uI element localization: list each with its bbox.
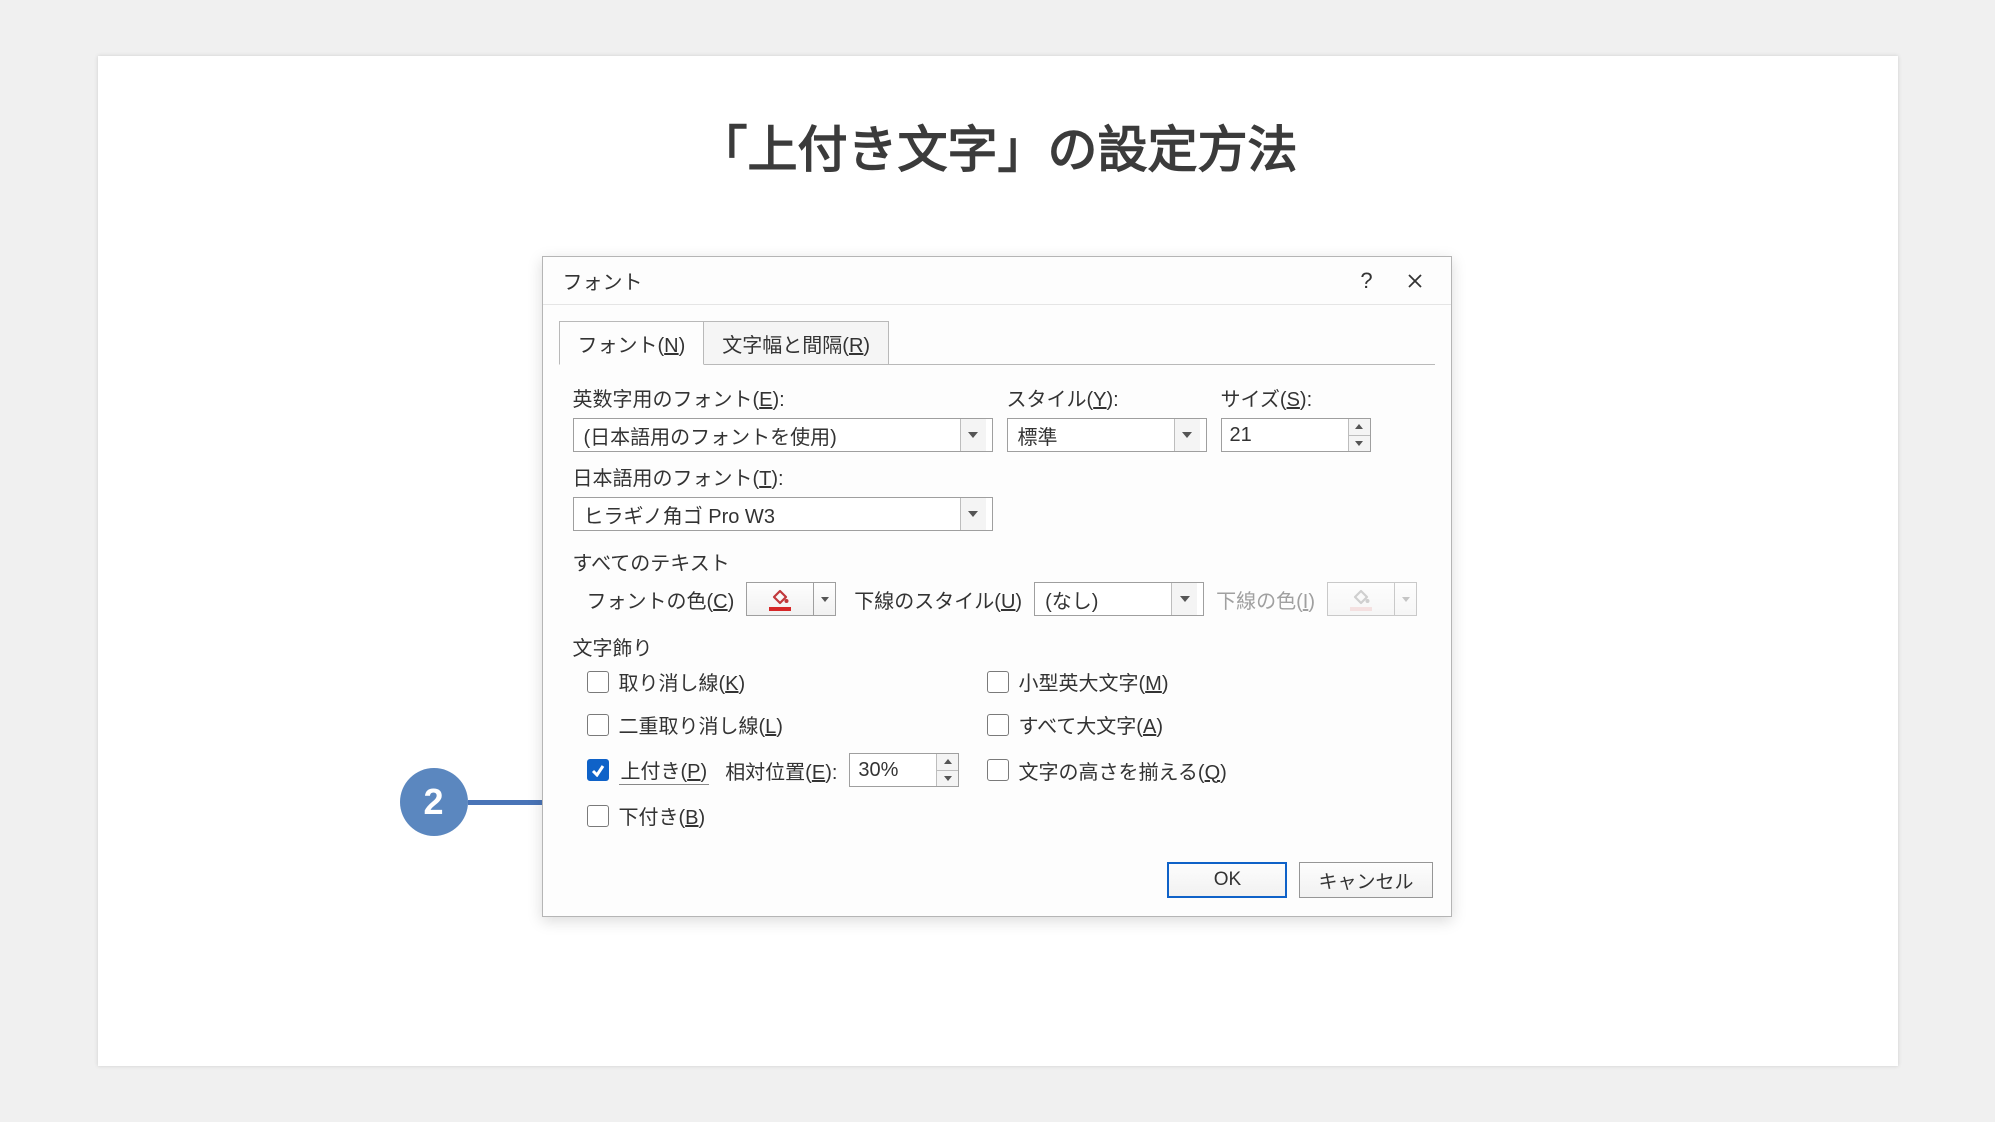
step-badge: 2	[400, 768, 468, 836]
arrow-up-icon[interactable]	[937, 754, 958, 771]
rel-position-value: 30%	[850, 759, 936, 782]
underline-color-label: 下線の色(I)	[1216, 585, 1315, 614]
size-label: サイズ(S):	[1221, 383, 1371, 412]
font-color-label: フォントの色(C)	[587, 585, 735, 614]
arrow-down-icon[interactable]	[1349, 436, 1370, 452]
cancel-button[interactable]: キャンセル	[1299, 862, 1432, 898]
chevron-down-icon	[1395, 582, 1417, 616]
asian-font-combo[interactable]: ヒラギノ角ゴ Pro W3	[573, 497, 993, 531]
font-color-button[interactable]	[746, 582, 814, 616]
chevron-down-icon	[1174, 419, 1200, 451]
checkbox-superscript[interactable]: 上付き(P)	[587, 755, 710, 785]
underline-style-value: (なし)	[1045, 585, 1171, 614]
chevron-down-icon	[960, 498, 986, 530]
size-spinner[interactable]: 21	[1221, 418, 1371, 452]
size-value: 21	[1222, 424, 1348, 447]
chevron-down-icon	[1171, 583, 1197, 615]
help-icon: ?	[1360, 268, 1372, 294]
checkbox-icon	[587, 714, 609, 736]
rel-position-label: 相対位置(E):	[725, 756, 837, 785]
spinner-buttons[interactable]	[936, 754, 958, 786]
arrow-up-icon[interactable]	[1349, 419, 1370, 436]
font-dialog: フォント ? フォント(N) 文字幅と間隔(R) 英数字用の	[542, 256, 1452, 917]
dialog-footer: OK キャンセル	[543, 844, 1451, 916]
tab-row: フォント(N) 文字幅と間隔(R)	[543, 305, 1451, 365]
slide: 「上付き文字」の設定方法 2 フォント ? フォント(N) 文字幅と間隔(R)	[98, 56, 1898, 1066]
rel-position-spinner[interactable]: 30%	[849, 753, 959, 787]
checkbox-icon	[587, 805, 609, 827]
tab-font[interactable]: フォント(N)	[559, 321, 705, 365]
close-icon	[1407, 273, 1423, 289]
dialog-titlebar: フォント ?	[543, 257, 1451, 305]
chevron-down-icon[interactable]	[814, 582, 836, 616]
chevron-down-icon	[960, 419, 986, 451]
asian-font-label: 日本語用のフォント(T):	[573, 462, 1421, 491]
checkbox-checked-icon	[587, 759, 609, 781]
arrow-down-icon[interactable]	[937, 771, 958, 787]
checkbox-icon	[987, 714, 1009, 736]
page-title: 「上付き文字」の設定方法	[98, 56, 1898, 182]
help-button[interactable]: ?	[1343, 257, 1391, 305]
style-label: スタイル(Y):	[1007, 383, 1207, 412]
latin-font-label: 英数字用のフォント(E):	[573, 383, 993, 412]
underline-color-button	[1327, 582, 1395, 616]
tab-spacing[interactable]: 文字幅と間隔(R)	[703, 321, 889, 365]
effects-section: 文字飾り	[573, 632, 1421, 661]
checkbox-equalize-height[interactable]: 文字の高さを揃える(Q)	[987, 753, 1421, 787]
latin-font-combo[interactable]: (日本語用のフォントを使用)	[573, 418, 993, 452]
checkbox-strikethrough[interactable]: 取り消し線(K)	[587, 667, 987, 696]
latin-font-value: (日本語用のフォントを使用)	[584, 421, 960, 450]
checkbox-icon	[987, 671, 1009, 693]
style-value: 標準	[1018, 421, 1174, 450]
checkbox-icon	[587, 671, 609, 693]
ok-button[interactable]: OK	[1167, 862, 1287, 898]
checkbox-icon	[987, 759, 1009, 781]
all-text-section: すべてのテキスト	[573, 547, 1421, 576]
checkbox-subscript[interactable]: 下付き(B)	[587, 801, 987, 830]
fill-bucket-icon	[767, 587, 793, 611]
fill-bucket-icon	[1348, 587, 1374, 611]
spinner-buttons[interactable]	[1348, 419, 1370, 451]
underline-style-combo[interactable]: (なし)	[1034, 582, 1204, 616]
style-combo[interactable]: 標準	[1007, 418, 1207, 452]
underline-style-label: 下線のスタイル(U)	[854, 585, 1022, 614]
dialog-body: 英数字用のフォント(E): (日本語用のフォントを使用) スタイル(Y): 標準	[543, 365, 1451, 844]
dialog-title: フォント	[563, 266, 1343, 295]
close-button[interactable]	[1391, 257, 1439, 305]
superscript-label: 上付き(P)	[619, 755, 710, 785]
asian-font-value: ヒラギノ角ゴ Pro W3	[584, 500, 960, 529]
checkbox-double-strike[interactable]: 二重取り消し線(L)	[587, 710, 987, 739]
step-number: 2	[423, 781, 443, 823]
checkbox-small-caps[interactable]: 小型英大文字(M)	[987, 667, 1421, 696]
checkbox-all-caps[interactable]: すべて大文字(A)	[987, 710, 1421, 739]
